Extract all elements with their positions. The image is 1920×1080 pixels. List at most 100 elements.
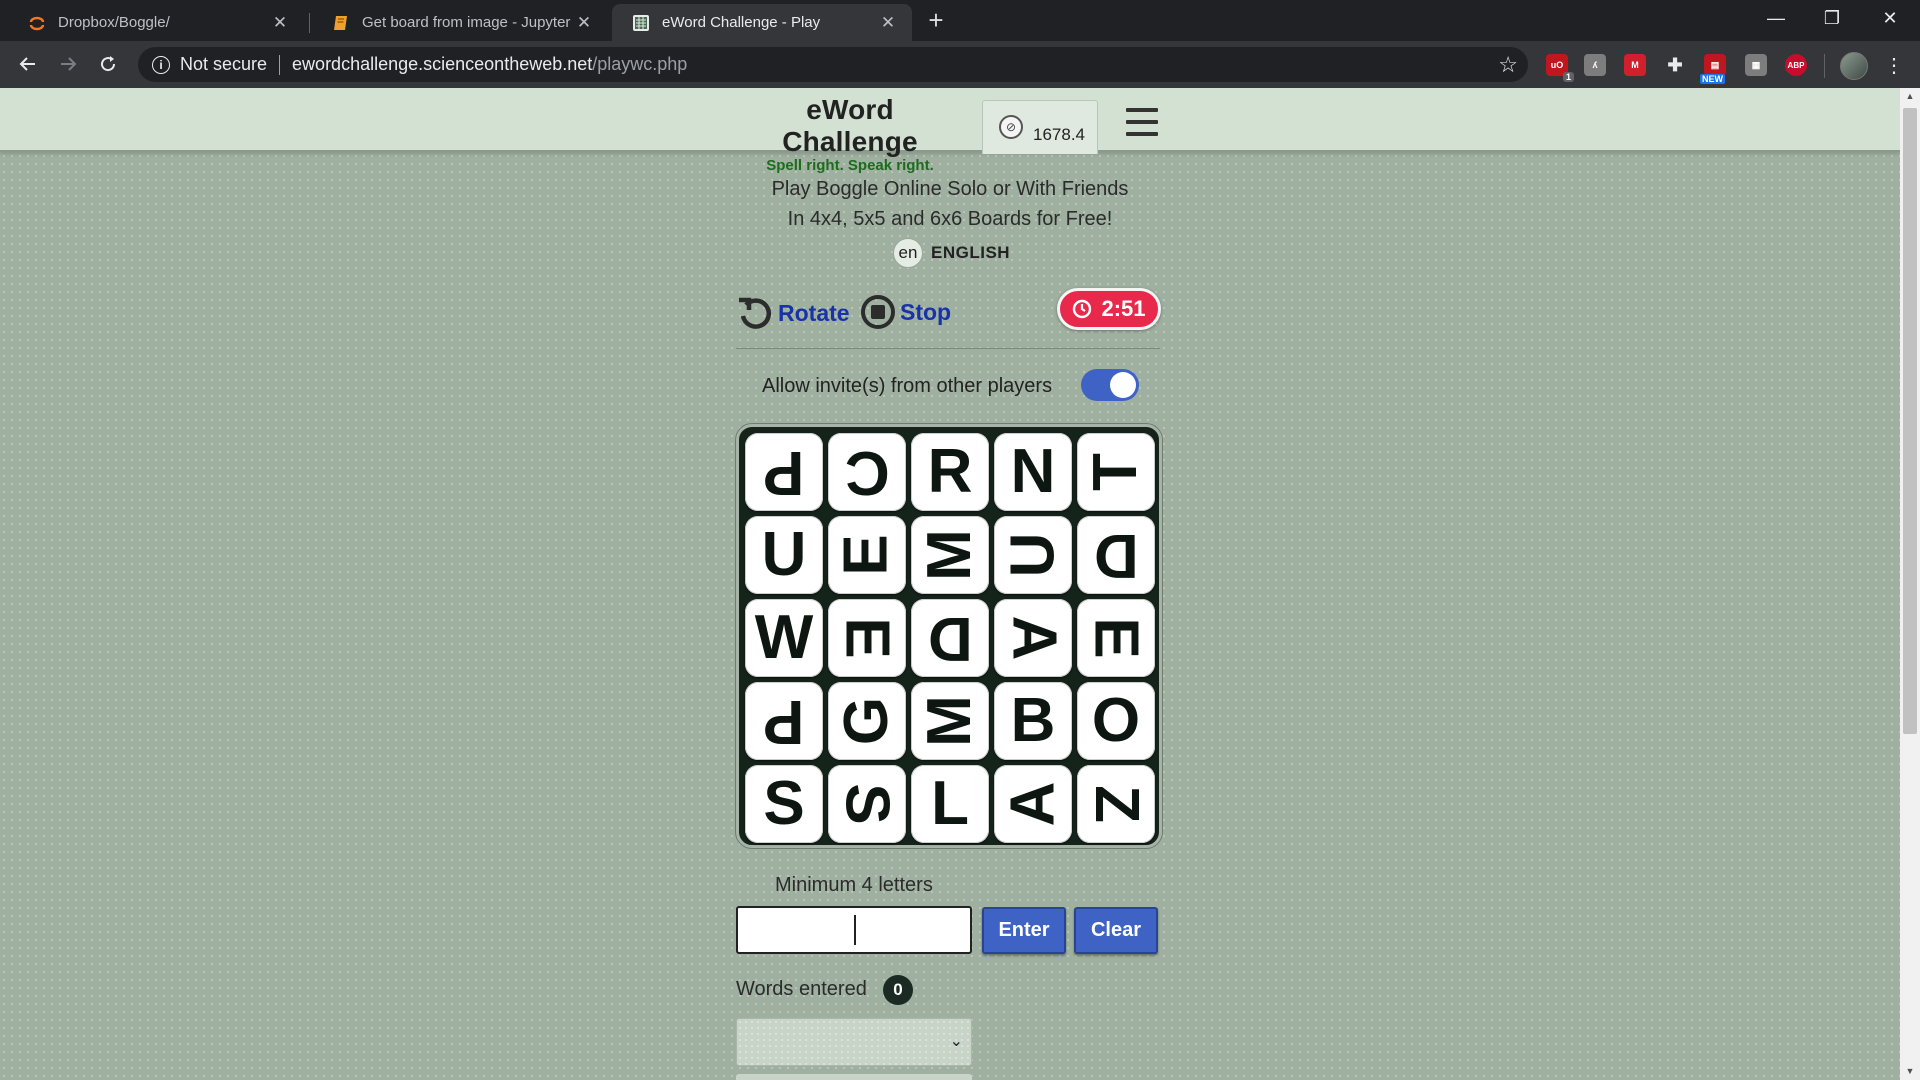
browser-toolbar: i Not secure ewordchallenge.scienceonthe…	[0, 41, 1920, 88]
tile-letter: T	[1081, 453, 1150, 491]
board-tile[interactable]: T	[1077, 433, 1155, 511]
arrow-right-icon	[61, 57, 77, 71]
divider	[736, 348, 1160, 349]
tab-title: Dropbox/Boggle/	[58, 14, 170, 31]
board-tile[interactable]: O	[1077, 682, 1155, 760]
rotate-button[interactable]: Rotate	[736, 294, 850, 332]
intro-line-2: In 4x4, 5x5 and 6x6 Boards for Free!	[787, 208, 1113, 230]
board-tile[interactable]: M	[911, 682, 989, 760]
tile-letter: G	[831, 696, 901, 746]
stop-button[interactable]: Stop	[860, 294, 951, 330]
site-tagline: Spell right. Speak right.	[766, 157, 934, 174]
intro-line-1: Play Boggle Online Solo or With Friends	[771, 178, 1129, 200]
tile-letter: Z	[1082, 785, 1151, 823]
language-name: ENGLISH	[931, 243, 1011, 262]
board-tile[interactable]: U	[745, 516, 823, 594]
forward-button[interactable]	[52, 48, 84, 80]
board-tile[interactable]: B	[994, 682, 1072, 760]
page-scrollbar[interactable]: ▲ ▼	[1900, 88, 1920, 1080]
ublock-icon[interactable]: uO 1	[1546, 54, 1574, 82]
min-letters-label: Minimum 4 letters	[775, 874, 933, 896]
hamburger-menu-icon[interactable]	[1126, 108, 1158, 136]
extension-icon[interactable]: M	[1624, 54, 1646, 76]
reload-button[interactable]	[92, 48, 124, 80]
maximize-button[interactable]: ❐	[1804, 0, 1860, 36]
back-button[interactable]	[12, 48, 44, 80]
tile-letter: M	[915, 529, 984, 581]
extension-icon[interactable]: ▤ NEW	[1700, 54, 1726, 84]
rating-box[interactable]: ⊘ 1678.4	[982, 100, 1098, 154]
extension-icon[interactable]: ✚	[1664, 54, 1686, 76]
stop-icon	[861, 295, 895, 329]
tile-letter: P	[763, 438, 805, 507]
url-host: ewordchallenge.scienceontheweb.net	[292, 54, 593, 74]
invite-toggle[interactable]	[1081, 369, 1139, 401]
board-tile[interactable]: G	[828, 682, 906, 760]
browser-menu-icon[interactable]: ⋮	[1884, 52, 1904, 80]
jupyter-icon	[29, 16, 45, 30]
board-tile[interactable]: S	[745, 765, 823, 843]
board-tile[interactable]: P	[745, 433, 823, 511]
board-tile[interactable]: A	[994, 599, 1072, 677]
info-icon[interactable]: i	[152, 55, 170, 74]
tile-letter: E	[832, 617, 902, 659]
board-tile[interactable]: P	[745, 682, 823, 760]
clear-button[interactable]: Clear	[1074, 907, 1158, 954]
tile-letter: S	[763, 769, 805, 838]
close-window-button[interactable]: ✕	[1862, 0, 1918, 36]
tab-jupyter[interactable]: Get board from image - Jupyter Notebook …	[312, 4, 608, 41]
reload-icon	[101, 56, 116, 72]
chevron-down-icon: ⌄	[949, 1033, 963, 1050]
board-tile[interactable]: M	[911, 516, 989, 594]
tile-letter: B	[1010, 686, 1056, 755]
scrollbar-thumb[interactable]	[1903, 108, 1917, 734]
extension-icon[interactable]: ▦	[1745, 54, 1767, 76]
scroll-down-arrow-icon[interactable]: ▼	[1900, 1063, 1920, 1080]
address-bar[interactable]: i Not secure ewordchallenge.scienceonthe…	[138, 47, 1528, 82]
tile-letter: D	[1093, 521, 1139, 590]
site-header: eWord Challenge Spell right. Speak right…	[0, 88, 1900, 174]
extension-icon[interactable]: ʎ	[1584, 54, 1606, 76]
tab-close-icon[interactable]: ✕	[270, 13, 290, 33]
minimize-button[interactable]: —	[1748, 0, 1804, 36]
board-tile[interactable]: Z	[1077, 765, 1155, 843]
board-tile[interactable]: S	[828, 765, 906, 843]
board-tile[interactable]: A	[994, 765, 1072, 843]
board-tile[interactable]: W	[745, 599, 823, 677]
new-tab-button[interactable]: +	[922, 6, 950, 34]
tab-close-icon[interactable]: ✕	[878, 13, 898, 33]
tile-letter: E	[1081, 617, 1151, 659]
brand[interactable]: eWord Challenge Spell right. Speak right…	[735, 94, 965, 174]
words-dropdown[interactable]: ⌄	[736, 1018, 972, 1066]
board-tile[interactable]: R	[911, 433, 989, 511]
board-tile[interactable]: E	[828, 599, 906, 677]
board-tile[interactable]: N	[994, 433, 1072, 511]
bookmark-star-icon[interactable]: ☆	[1498, 52, 1518, 78]
board-tile[interactable]: U	[994, 516, 1072, 594]
board-tile[interactable]: E	[1077, 599, 1155, 677]
security-label: Not secure	[180, 54, 268, 74]
adblock-icon[interactable]: ABP	[1785, 54, 1807, 76]
tile-letter: N	[1010, 437, 1056, 506]
tab-close-icon[interactable]: ✕	[574, 13, 594, 33]
tile-letter: E	[831, 534, 901, 576]
board-tile[interactable]: E	[828, 516, 906, 594]
board-tile[interactable]: D	[1077, 516, 1155, 594]
words-entered-label: Words entered	[736, 978, 867, 1000]
tab-dropbox[interactable]: Dropbox/Boggle/ ✕	[8, 4, 304, 41]
scroll-up-arrow-icon[interactable]: ▲	[1900, 88, 1920, 105]
tab-title: Get board from image - Jupyter Notebook	[362, 14, 574, 31]
board-tile[interactable]: C	[828, 433, 906, 511]
tile-letter: W	[754, 603, 814, 672]
board-tile[interactable]: D	[911, 599, 989, 677]
stop-label: Stop	[900, 298, 952, 325]
enter-button[interactable]: Enter	[982, 907, 1066, 954]
language-code: en	[893, 238, 923, 268]
rating-badge-icon: ⊘	[999, 115, 1023, 139]
tile-letter: O	[1091, 686, 1141, 755]
tab-eword[interactable]: eWord Challenge - Play ✕	[612, 4, 912, 41]
profile-avatar[interactable]	[1840, 52, 1868, 80]
language-selector[interactable]: en ENGLISH	[893, 238, 1010, 268]
board-tile[interactable]: L	[911, 765, 989, 843]
page-viewport: eWord Challenge Spell right. Speak right…	[0, 88, 1900, 1080]
